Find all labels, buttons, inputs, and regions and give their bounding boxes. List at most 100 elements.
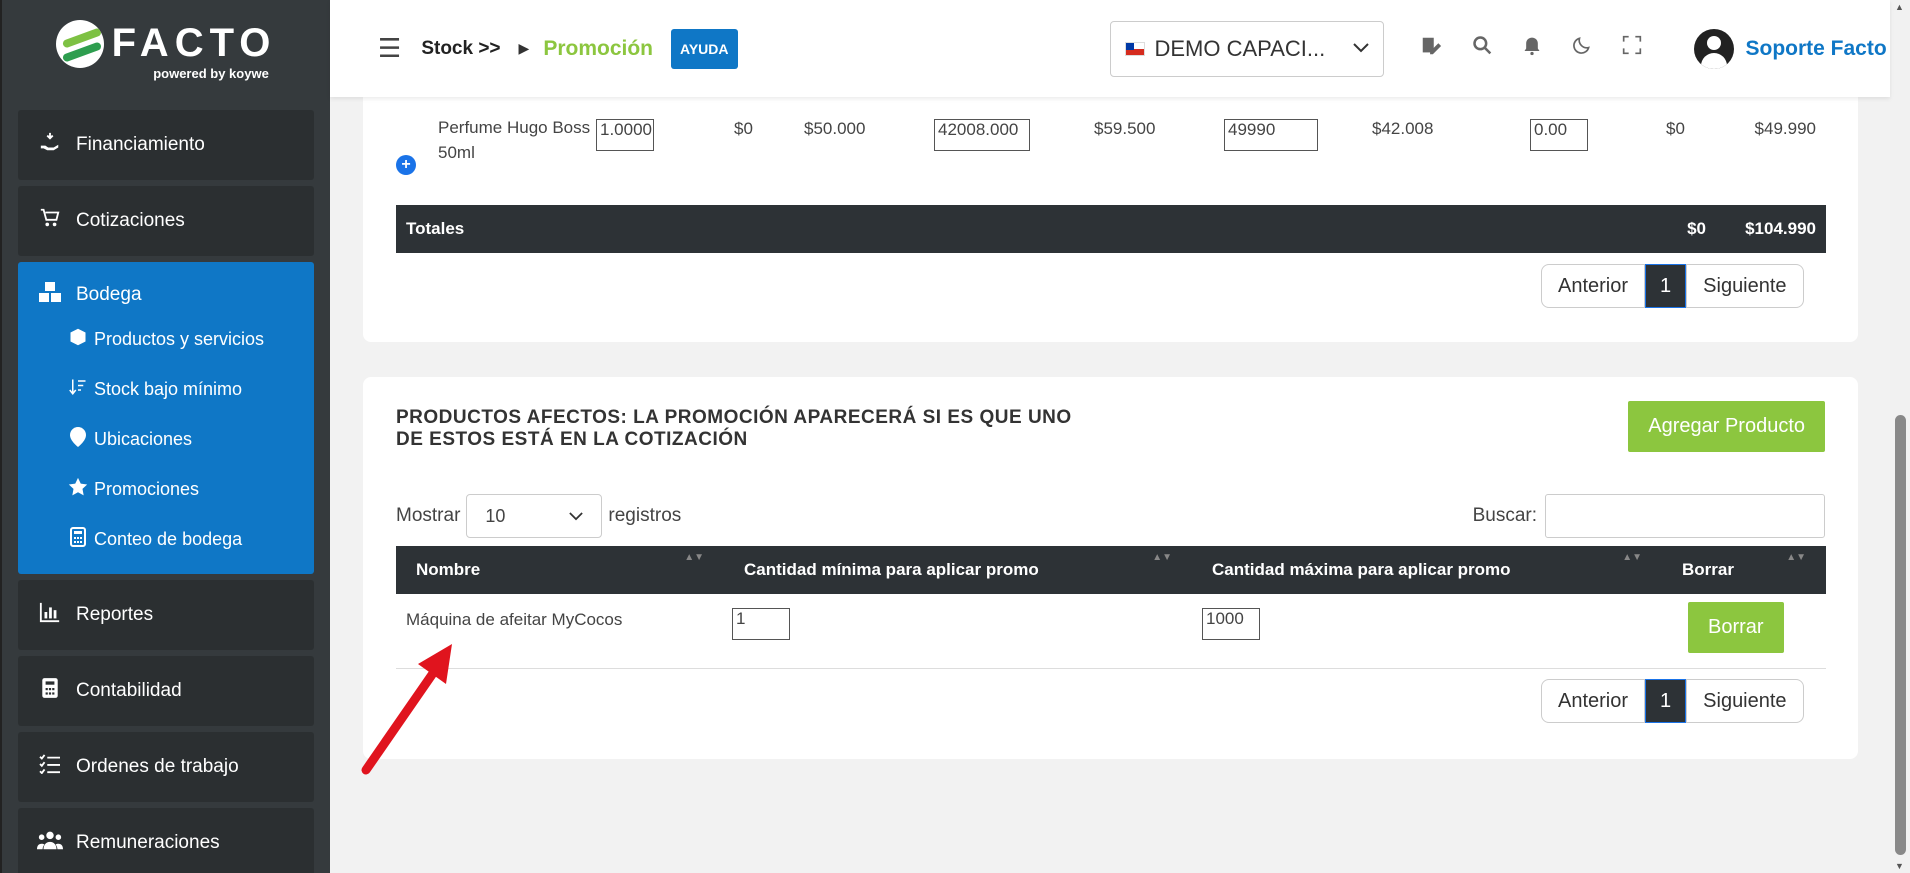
cost-input[interactable]: 42008.000 (934, 119, 1030, 151)
totals-sum: $104.990 (1745, 219, 1816, 238)
column-header-max[interactable]: Cantidad máxima para aplicar promo ▲▼ (1192, 546, 1662, 594)
search-icon[interactable] (1472, 35, 1492, 63)
affected-products-title: PRODUCTOS AFECTOS: LA PROMOCIÓN APARECER… (396, 407, 1072, 450)
sidebar-item-label: Bodega (76, 284, 142, 305)
top-header: ☰ Stock >> ▶ Promoción AYUDA DEMO CAPACI… (330, 0, 1890, 97)
logo-powered: powered by koywe (153, 65, 269, 81)
min-quantity-input[interactable]: 1 (732, 608, 790, 640)
table-header-row: Nombre ▲▼ Cantidad mínima para aplicar pr… (396, 546, 1826, 594)
column-header-min[interactable]: Cantidad mínima para aplicar promo ▲▼ (724, 546, 1192, 594)
page-1-button[interactable]: 1 (1645, 264, 1687, 308)
page-scrollbar[interactable]: ▲ ▼ (1890, 0, 1910, 873)
page-length-value: 10 (485, 505, 506, 526)
sidebar-item-ordenes[interactable]: Ordenes de trabajo (18, 732, 314, 802)
sidebar-subitem-productos[interactable]: Productos y servicios (18, 314, 314, 364)
company-selector[interactable]: DEMO CAPACI... (1109, 20, 1384, 77)
hand-money-icon (36, 131, 64, 159)
max-quantity-input[interactable]: 1000 (1202, 608, 1260, 640)
sidebar-item-remuneraciones[interactable]: Remuneraciones (18, 808, 314, 873)
items-table: + Perfume Hugo Boss 50ml 1.0000 $0 $50.0… (396, 107, 1826, 253)
sidebar-subitem-ubicaciones[interactable]: Ubicaciones (18, 414, 314, 464)
chile-flag-icon (1124, 41, 1145, 56)
table-row: + Perfume Hugo Boss 50ml 1.0000 $0 $50.0… (396, 107, 1826, 205)
affected-products-card: PRODUCTOS AFECTOS: LA PROMOCIÓN APARECER… (363, 377, 1858, 759)
company-name: DEMO CAPACI... (1154, 35, 1326, 61)
sidebar-item-label: Reportes (76, 604, 154, 625)
hamburger-menu-icon[interactable]: ☰ (378, 33, 401, 64)
total-price-value: $59.500 (1094, 119, 1156, 138)
net-value: $42.008 (1372, 119, 1434, 138)
tax-input[interactable]: 0.00 (1530, 119, 1588, 151)
quantity-input[interactable]: 1.0000 (596, 119, 654, 151)
totals-row: Totales $0 $104.990 (396, 205, 1826, 253)
sidebar-subitem-conteo[interactable]: Conteo de bodega (18, 514, 314, 564)
user-menu[interactable]: Soporte Facto (1693, 28, 1887, 69)
expand-row-icon[interactable]: + (396, 155, 416, 175)
page-1-button[interactable]: 1 (1645, 679, 1687, 723)
previous-page-button[interactable]: Anterior (1541, 679, 1646, 723)
scroll-up-icon[interactable]: ▲ (1895, 2, 1904, 12)
avatar (1693, 28, 1734, 69)
next-page-button[interactable]: Siguiente (1686, 264, 1804, 308)
sidebar-subitem-promociones[interactable]: Promociones (18, 464, 314, 514)
sort-icon: ▲▼ (1152, 552, 1172, 563)
chevron-down-icon (569, 508, 584, 524)
sidebar-item-label: Remuneraciones (76, 832, 220, 853)
facto-logo-icon (55, 19, 104, 68)
search-input[interactable] (1545, 494, 1825, 538)
breadcrumb-caret-icon: ▶ (518, 40, 530, 56)
sidebar-group-bodega: Bodega Productos y servicios Stock bajo … (18, 262, 314, 574)
sort-icon: ▲▼ (684, 552, 704, 563)
discount-value: $0 (734, 119, 753, 138)
sort-icon: ▲▼ (1786, 552, 1806, 563)
sidebar-item-financiamiento[interactable]: Financiamiento (18, 110, 314, 180)
sidebar-subitem-label: Productos y servicios (94, 328, 265, 349)
tax-value: $0 (1666, 119, 1685, 138)
scroll-down-icon[interactable]: ▼ (1895, 861, 1904, 871)
red-annotation-arrow (361, 644, 452, 775)
column-header-borrar[interactable]: Borrar ▲▼ (1662, 546, 1826, 594)
sidebar-item-reportes[interactable]: Reportes (18, 580, 314, 650)
add-product-button[interactable]: Agregar Producto (1628, 401, 1825, 452)
sidebar-item-bodega[interactable]: Bodega (18, 276, 314, 314)
sort-down-icon (66, 378, 90, 401)
fullscreen-icon[interactable] (1622, 35, 1642, 63)
cart-icon (36, 207, 64, 235)
previous-page-button[interactable]: Anterior (1541, 264, 1646, 308)
final-price-input[interactable]: 49990 (1224, 119, 1318, 151)
list-check-icon (36, 754, 64, 780)
edit-document-icon[interactable] (1420, 35, 1442, 63)
column-header-nombre[interactable]: Nombre ▲▼ (396, 546, 724, 594)
page-length-select[interactable]: 10 (466, 494, 603, 538)
sidebar-item-label: Financiamiento (76, 134, 205, 155)
bar-chart-icon (36, 601, 64, 629)
facto-logo[interactable]: FACTO powered by koywe (2, 0, 330, 100)
delete-button[interactable]: Borrar (1688, 602, 1784, 653)
next-page-button[interactable]: Siguiente (1686, 679, 1804, 723)
users-icon (36, 830, 64, 856)
logo-text: FACTO (111, 21, 277, 65)
sidebar-item-label: Ordenes de trabajo (76, 756, 239, 777)
help-button[interactable]: AYUDA (671, 28, 738, 69)
sidebar: FACTO powered by koywe Financiamiento Co… (0, 0, 330, 873)
table-row: Máquina de afeitar MyCocos 1 1000 Borrar (396, 594, 1826, 669)
chevron-down-icon (1352, 40, 1369, 58)
map-pin-icon (66, 426, 90, 452)
calculator-icon (66, 526, 90, 552)
calculator-icon (36, 677, 64, 705)
pagination-bottom: Anterior 1 Siguiente (1541, 679, 1804, 723)
search-label: Buscar: (1472, 505, 1537, 526)
sidebar-item-cotizaciones[interactable]: Cotizaciones (18, 186, 314, 256)
sidebar-item-contabilidad[interactable]: Contabilidad (18, 656, 314, 726)
moon-icon[interactable] (1572, 35, 1592, 63)
breadcrumb-parent[interactable]: Stock >> (421, 38, 500, 60)
row-total-value: $49.990 (1754, 119, 1816, 138)
bell-icon[interactable] (1522, 35, 1542, 63)
show-label: Mostrar (396, 505, 461, 526)
scrollbar-thumb[interactable] (1895, 415, 1906, 855)
table-search: Buscar: (1473, 494, 1825, 538)
sidebar-subitem-stock-bajo[interactable]: Stock bajo mínimo (18, 364, 314, 414)
pagination-top: Anterior 1 Siguiente (1541, 264, 1804, 308)
totals-label: Totales (406, 219, 465, 238)
breadcrumb-current: Promoción (543, 36, 653, 60)
